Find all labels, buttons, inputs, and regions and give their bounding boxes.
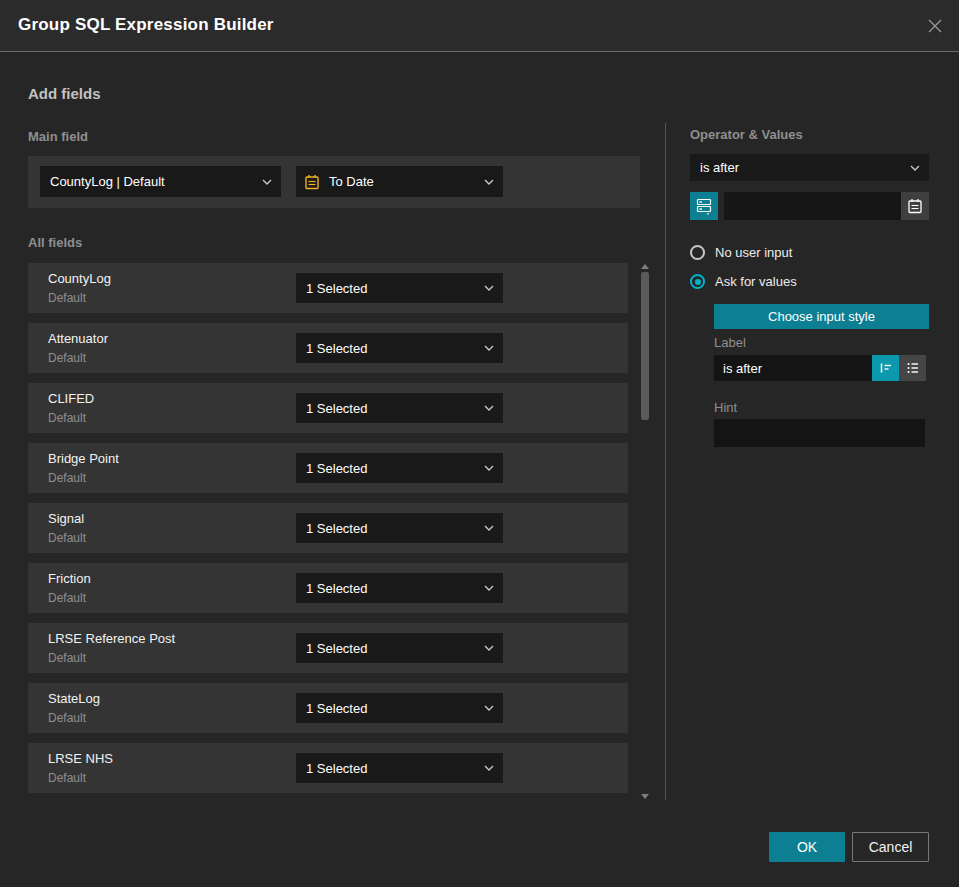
field-selected-dropdown[interactable]: 1 Selected xyxy=(296,453,503,483)
field-name: Bridge Point xyxy=(48,451,119,466)
field-subtitle: Default xyxy=(48,711,86,725)
cancel-button[interactable]: Cancel xyxy=(852,832,929,862)
field-selected-dropdown[interactable]: 1 Selected xyxy=(296,393,503,423)
label-input[interactable]: is after xyxy=(714,355,872,381)
stacked-rows-icon xyxy=(694,196,714,216)
add-fields-heading: Add fields xyxy=(28,85,101,102)
field-subtitle: Default xyxy=(48,771,86,785)
field-name: Attenuator xyxy=(48,331,108,346)
ok-button[interactable]: OK xyxy=(769,832,845,862)
hint-input[interactable] xyxy=(714,419,925,447)
close-icon[interactable] xyxy=(924,15,946,37)
hint-caption: Hint xyxy=(714,400,737,415)
chevron-down-icon xyxy=(262,179,272,185)
field-name: Signal xyxy=(48,511,84,526)
label-caption: Label xyxy=(714,335,746,350)
chevron-down-icon xyxy=(484,705,494,711)
operator-dropdown[interactable]: is after xyxy=(690,154,929,181)
main-field-panel: CountyLog | Default To Date xyxy=(28,156,640,208)
dialog-title: Group SQL Expression Builder xyxy=(18,15,274,35)
field-name: LRSE NHS xyxy=(48,751,113,766)
vertical-divider xyxy=(665,123,666,800)
chevron-down-icon xyxy=(484,585,494,591)
chevron-down-icon xyxy=(484,179,494,185)
radio-no-user-input[interactable]: No user input xyxy=(690,245,792,260)
chevron-down-icon xyxy=(484,525,494,531)
chevron-down-icon xyxy=(484,765,494,771)
chevron-down-icon xyxy=(484,405,494,411)
radio-circle[interactable] xyxy=(690,245,705,260)
list-style-button[interactable] xyxy=(899,355,926,381)
align-left-icon xyxy=(878,360,894,376)
calendar-icon xyxy=(304,174,320,190)
field-name: Friction xyxy=(48,571,91,586)
field-name: CountyLog xyxy=(48,271,111,286)
field-row: Signal Default 1 Selected xyxy=(28,503,628,553)
scrollbar-up-arrow[interactable] xyxy=(641,264,649,269)
radio-circle-checked[interactable] xyxy=(690,274,705,289)
chevron-down-icon xyxy=(484,345,494,351)
field-row: Attenuator Default 1 Selected xyxy=(28,323,628,373)
chevron-down-icon xyxy=(484,285,494,291)
field-subtitle: Default xyxy=(48,591,86,605)
value-input[interactable] xyxy=(724,192,901,220)
field-subtitle: Default xyxy=(48,471,86,485)
main-field-dropdown[interactable]: CountyLog | Default xyxy=(40,166,281,197)
main-field-heading: Main field xyxy=(28,129,88,144)
date-mode-dropdown[interactable]: To Date xyxy=(296,166,503,197)
operator-values-heading: Operator & Values xyxy=(690,127,803,142)
field-row: LRSE Reference Post Default 1 Selected xyxy=(28,623,628,673)
field-selected-dropdown[interactable]: 1 Selected xyxy=(296,333,503,363)
scrollbar[interactable] xyxy=(641,263,650,800)
field-row: CLIFED Default 1 Selected xyxy=(28,383,628,433)
field-row: Bridge Point Default 1 Selected xyxy=(28,443,628,493)
choose-input-style-button[interactable]: Choose input style xyxy=(714,304,929,329)
chevron-down-icon xyxy=(484,465,494,471)
field-name: LRSE Reference Post xyxy=(48,631,175,646)
field-subtitle: Default xyxy=(48,291,86,305)
field-selected-dropdown[interactable]: 1 Selected xyxy=(296,753,503,783)
field-subtitle: Default xyxy=(48,351,86,365)
dialog-header: Group SQL Expression Builder xyxy=(0,0,959,52)
field-subtitle: Default xyxy=(48,651,86,665)
field-subtitle: Default xyxy=(48,411,86,425)
scrollbar-thumb[interactable] xyxy=(641,272,649,420)
radio-ask-for-values[interactable]: Ask for values xyxy=(690,274,797,289)
field-row: CountyLog Default 1 Selected xyxy=(28,263,628,313)
field-selected-dropdown[interactable]: 1 Selected xyxy=(296,573,503,603)
chevron-down-icon xyxy=(484,645,494,651)
list-icon xyxy=(905,360,921,376)
field-selected-dropdown[interactable]: 1 Selected xyxy=(296,273,503,303)
chevron-down-icon xyxy=(910,165,920,171)
field-selected-dropdown[interactable]: 1 Selected xyxy=(296,633,503,663)
field-subtitle: Default xyxy=(48,531,86,545)
date-picker-button[interactable] xyxy=(901,192,929,220)
field-name: CLIFED xyxy=(48,391,94,406)
field-row: LRSE NHS Default 1 Selected xyxy=(28,743,628,793)
field-selected-dropdown[interactable]: 1 Selected xyxy=(296,513,503,543)
field-row: StateLog Default 1 Selected xyxy=(28,683,628,733)
field-row: Friction Default 1 Selected xyxy=(28,563,628,613)
field-name: StateLog xyxy=(48,691,100,706)
field-selected-dropdown[interactable]: 1 Selected xyxy=(296,693,503,723)
calendar-icon xyxy=(907,198,923,214)
scrollbar-down-arrow[interactable] xyxy=(641,794,649,799)
single-line-style-button[interactable] xyxy=(872,355,899,381)
value-type-button[interactable] xyxy=(690,192,718,220)
all-fields-heading: All fields xyxy=(28,235,82,250)
